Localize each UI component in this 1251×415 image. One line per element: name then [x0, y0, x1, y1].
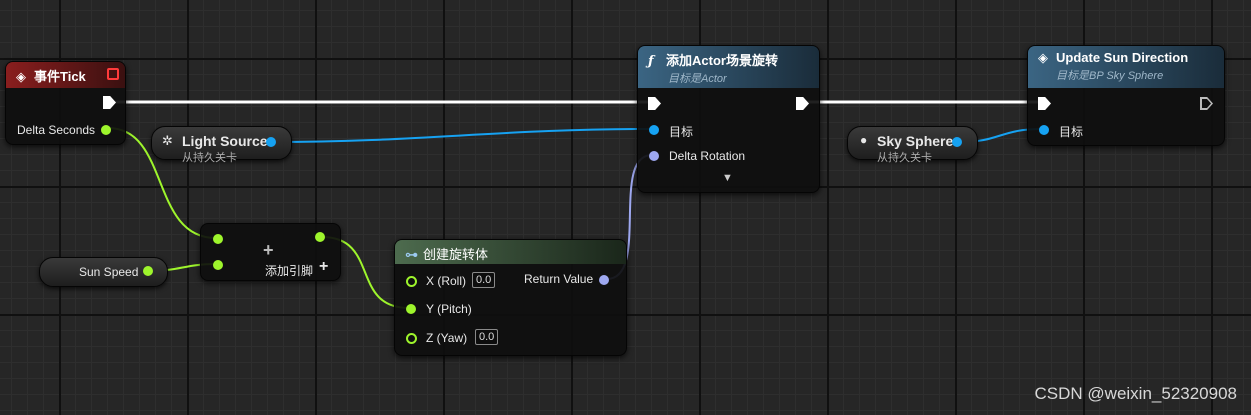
yaw-input-pin[interactable]: [406, 333, 417, 344]
update-sun-title: Update Sun Direction: [1056, 50, 1189, 65]
event-tick-title: 事件Tick: [34, 69, 86, 84]
add-node[interactable]: + 添加引脚 +: [200, 223, 341, 281]
light-source-out-pin[interactable]: [266, 137, 276, 147]
add-pin-label[interactable]: 添加引脚: [265, 262, 313, 279]
delta-seconds-label: Delta Seconds: [17, 123, 96, 137]
make-struct-icon: ⊶: [405, 247, 418, 262]
pitch-label: Y (Pitch): [426, 302, 472, 316]
target-label: 目标: [669, 125, 694, 139]
delta-rotation-input-pin[interactable]: [649, 151, 659, 161]
light-source-node[interactable]: ✲ Light Source 从持久关卡: [151, 126, 292, 164]
exec-in-pin[interactable]: [648, 97, 661, 110]
expand-chevron-icon[interactable]: ▼: [722, 172, 733, 184]
make-rotator-node[interactable]: ⊶ 创建旋转体 X (Roll) 0.0 Y (Pitch) Z (Yaw) 0.…: [394, 239, 627, 356]
delta-seconds-pin[interactable]: [101, 125, 111, 135]
exec-in-pin[interactable]: [1038, 97, 1051, 110]
target-label: 目标: [1059, 125, 1084, 139]
roll-input-pin[interactable]: [406, 276, 417, 287]
sun-speed-name: Sun Speed: [79, 265, 139, 279]
add-actor-rotation-header: ƒ 添加Actor场景旋转 目标是Actor: [638, 46, 819, 88]
update-sun-subtitle: 目标是BP Sky Sphere: [1056, 70, 1164, 82]
make-rotator-header: ⊶ 创建旋转体: [395, 240, 626, 264]
delegate-square-icon[interactable]: [107, 68, 119, 80]
light-source-subtitle: 从持久关卡: [182, 152, 237, 164]
diamond-icon: ◈: [1038, 50, 1048, 65]
add-actor-rotation-title: 添加Actor场景旋转: [666, 53, 778, 68]
sky-sphere-node[interactable]: ● Sky Sphere 从持久关卡: [847, 126, 978, 164]
pitch-input-pin[interactable]: [406, 304, 416, 314]
sky-sphere-subtitle: 从持久关卡: [877, 152, 932, 164]
add-operator-label: +: [263, 240, 274, 260]
make-rotator-title: 创建旋转体: [423, 247, 489, 262]
exec-out-pin[interactable]: [1200, 97, 1213, 110]
sphere-icon: ●: [860, 133, 868, 147]
target-input-pin[interactable]: [1039, 125, 1049, 135]
event-tick-node[interactable]: ◈ 事件Tick Delta Seconds: [5, 61, 126, 145]
exec-out-pin[interactable]: [796, 97, 809, 110]
light-icon: ✲: [162, 133, 173, 148]
roll-label: X (Roll): [426, 274, 467, 288]
target-input-pin[interactable]: [649, 125, 659, 135]
sun-speed-node[interactable]: Sun Speed: [39, 257, 168, 287]
add-pin-plus-icon[interactable]: +: [319, 258, 328, 276]
sky-sphere-name: Sky Sphere: [877, 133, 954, 149]
watermark: CSDN @weixin_52320908: [1034, 384, 1237, 403]
add-input-a-pin[interactable]: [213, 234, 223, 244]
return-value-label: Return Value: [524, 272, 594, 286]
roll-value-field[interactable]: 0.0: [472, 272, 496, 288]
add-output-pin[interactable]: [315, 232, 325, 242]
sun-speed-out-pin[interactable]: [143, 266, 153, 276]
delta-rotation-label: Delta Rotation: [669, 149, 746, 163]
function-icon: ƒ: [648, 54, 654, 69]
update-sun-direction-node[interactable]: ◈ Update Sun Direction 目标是BP Sky Sphere 目…: [1027, 45, 1225, 146]
wire-light-source-to-target[interactable]: [271, 128, 653, 143]
add-actor-rotation-subtitle: 目标是Actor: [668, 73, 727, 85]
add-input-b-pin[interactable]: [213, 260, 223, 270]
diamond-icon: ◈: [16, 69, 26, 84]
return-value-pin[interactable]: [599, 275, 609, 285]
yaw-value-field[interactable]: 0.0: [475, 329, 499, 345]
yaw-label: Z (Yaw): [426, 331, 468, 345]
exec-out-pin[interactable]: [103, 96, 116, 109]
sky-sphere-out-pin[interactable]: [952, 137, 962, 147]
add-actor-rotation-node[interactable]: ƒ 添加Actor场景旋转 目标是Actor 目标 Delta Rotation …: [637, 45, 820, 193]
update-sun-header: ◈ Update Sun Direction 目标是BP Sky Sphere: [1028, 46, 1224, 88]
light-source-name: Light Source: [182, 133, 268, 149]
